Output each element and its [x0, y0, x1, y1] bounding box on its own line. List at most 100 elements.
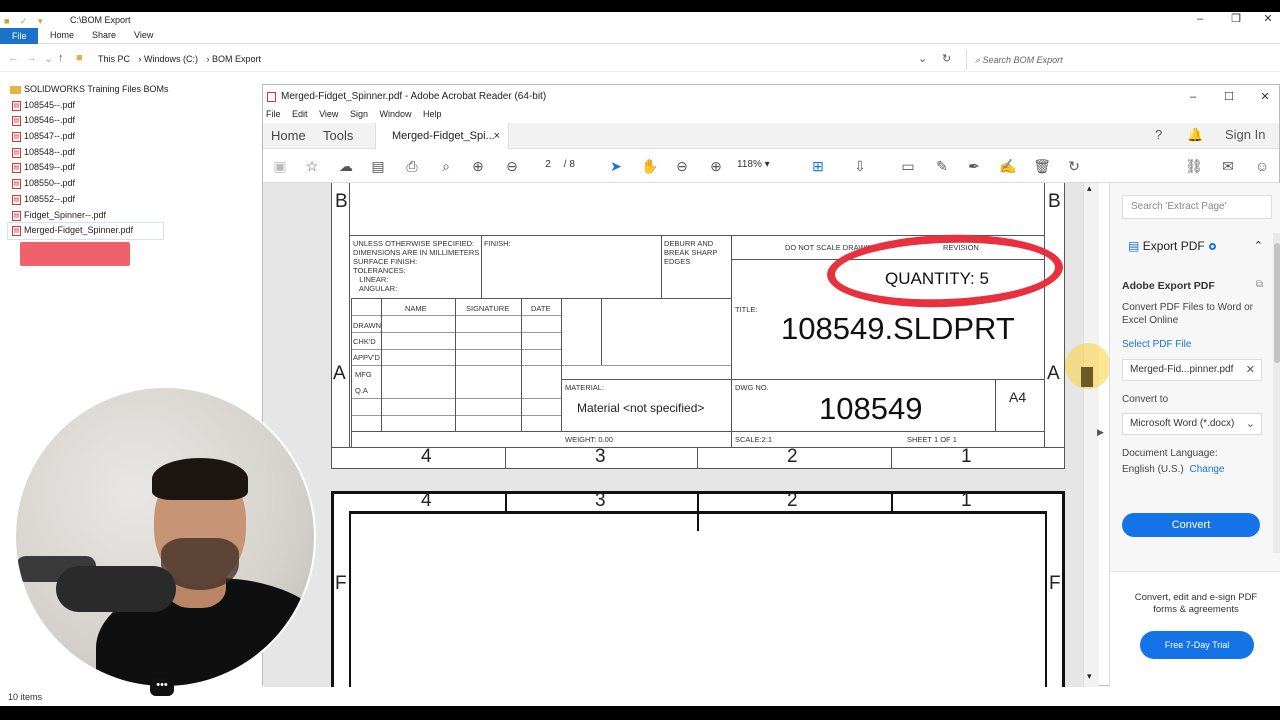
change-language-link[interactable]: Change [1189, 464, 1224, 475]
bookmark-star-icon[interactable]: ☆ [303, 157, 321, 175]
list-item[interactable]: ▤ 108548--.pdf [8, 145, 258, 161]
minimize-icon[interactable]: – [1182, 12, 1218, 26]
col-label: 2 [787, 490, 798, 511]
panel-collapse-icon[interactable]: ▶ [1097, 427, 1104, 438]
tab-document[interactable]: Merged-Fidget_Spi... × [375, 123, 509, 149]
list-item[interactable]: ▤ 108550--.pdf [8, 176, 258, 192]
back-arrow-icon[interactable]: ← [8, 52, 19, 64]
page-navigator[interactable]: 2 / 8 [535, 159, 575, 170]
refresh-icon[interactable]: ↻ [942, 52, 951, 65]
forward-arrow-icon[interactable]: → [26, 52, 37, 64]
email-icon[interactable]: ✉ [1219, 157, 1237, 175]
delete-icon[interactable]: 🗑 [1033, 157, 1051, 175]
panel-scroll-thumb[interactable] [1274, 243, 1280, 363]
zoom-out-icon[interactable]: ⊖ [673, 157, 691, 175]
breadcrumb-windows-c[interactable]: Windows (C:) [144, 54, 198, 64]
quick-access-icons[interactable]: ■ ✓ ▾ [4, 14, 47, 28]
close-icon[interactable]: ✕ [1250, 12, 1280, 26]
fit-page-icon[interactable]: ⊞ [809, 157, 827, 175]
grid-line [601, 299, 602, 365]
folder-icon [10, 86, 21, 94]
rotate-icon[interactable]: ↻ [1065, 157, 1083, 175]
explorer-search-input[interactable]: ⌕ Search BOM Export [966, 50, 1280, 70]
ribbon-tab-home[interactable]: Home [50, 30, 74, 40]
list-item[interactable]: ▤ 108546--.pdf [8, 113, 258, 129]
page-current-input[interactable]: 2 [535, 159, 561, 170]
notification-bell-icon[interactable]: 🔔 [1187, 127, 1203, 143]
minimize-icon[interactable]: – [1175, 85, 1211, 109]
grid-line [351, 365, 731, 366]
address-dropdown-icon[interactable]: ⌄ [918, 52, 927, 65]
scale-label: SCALE:2:1 [735, 435, 773, 444]
pdf-file-icon: ▤ [12, 147, 21, 158]
upload-cloud-icon[interactable]: ☁ [337, 157, 355, 175]
free-trial-button[interactable]: Free 7-Day Trial [1140, 631, 1254, 659]
page-down-icon[interactable]: ⊖ [503, 157, 521, 175]
chevron-up-icon[interactable]: ⌃ [1254, 239, 1263, 252]
sign-in-link[interactable]: Sign In [1225, 127, 1265, 142]
highlight-pen-icon[interactable]: ✎ [933, 157, 951, 175]
list-item[interactable]: ▤ Fidget_Spinner--.pdf [8, 208, 258, 224]
list-item-label: 108549--.pdf [24, 162, 76, 173]
comment-icon[interactable]: ▭ [899, 157, 917, 175]
ribbon-tab-file[interactable]: File [0, 28, 38, 44]
convert-to-select[interactable]: Microsoft Word (*.docx) ⌄ [1122, 413, 1262, 435]
tools-search-input[interactable]: Search 'Extract Page' [1122, 195, 1272, 219]
zoom-select[interactable]: 118% ▾ [737, 159, 770, 170]
up-arrow-icon[interactable]: ↑ [58, 52, 64, 64]
menu-sign[interactable]: Sign [350, 109, 368, 119]
col-label: 2 [787, 446, 798, 467]
list-item[interactable]: ▤ 108549--.pdf [8, 160, 258, 176]
menu-file[interactable]: File [266, 109, 281, 119]
selected-file-field[interactable]: Merged-Fid...pinner.pdf ✕ [1122, 359, 1262, 381]
list-item[interactable]: SOLIDWORKS Training Files BOMs [8, 82, 258, 98]
copy-icon[interactable]: ⧉ [1256, 279, 1263, 290]
close-icon[interactable]: ✕ [1247, 85, 1280, 109]
breadcrumb[interactable]: This PC › Windows (C:) › BOM Export [98, 54, 267, 64]
account-icon[interactable]: ☺ [1253, 157, 1271, 175]
menu-window[interactable]: Window [379, 109, 411, 119]
scroll-mode-icon[interactable]: ⇩ [851, 157, 869, 175]
export-pdf-header[interactable]: ▤ Export PDF [1128, 239, 1216, 253]
save-icon[interactable]: ▣ [271, 157, 289, 175]
mouse-cursor-icon [1081, 367, 1093, 387]
menu-help[interactable]: Help [423, 109, 442, 119]
scroll-down-icon[interactable]: ▾ [1087, 671, 1092, 682]
panel-scrollbar[interactable] [1273, 233, 1280, 553]
hand-tool-icon[interactable]: ✋ [641, 157, 659, 175]
breadcrumb-bom-export[interactable]: BOM Export [212, 54, 261, 64]
maximize-icon[interactable]: ☐ [1211, 85, 1247, 109]
ribbon-tab-view[interactable]: View [134, 30, 153, 40]
page-up-icon[interactable]: ⊕ [469, 157, 487, 175]
clear-icon[interactable]: ✕ [1246, 360, 1255, 380]
edit-sign-icon[interactable]: ✍ [999, 157, 1017, 175]
print-icon[interactable]: ⎙ [403, 157, 421, 175]
list-item[interactable]: ▤ 108547--.pdf [8, 129, 258, 145]
header-date: DATE [531, 304, 551, 313]
ribbon-tab-share[interactable]: Share [92, 30, 116, 40]
tab-tools[interactable]: Tools [323, 128, 353, 143]
document-search-icon[interactable]: ▤ [369, 157, 387, 175]
list-item-selected[interactable]: ▤ Merged-Fidget_Spinner.pdf [7, 222, 164, 240]
recent-chevron-icon[interactable]: ⌄ [44, 52, 53, 65]
zoom-search-icon[interactable]: ⌕ [437, 157, 455, 175]
tab-home[interactable]: Home [271, 128, 306, 143]
select-cursor-icon[interactable]: ➤ [607, 157, 625, 175]
zoom-in-icon[interactable]: ⊕ [707, 157, 725, 175]
list-item[interactable]: ▤ 108545--.pdf [8, 98, 258, 114]
breadcrumb-this-pc[interactable]: This PC [98, 54, 130, 64]
menu-view[interactable]: View [319, 109, 338, 119]
select-pdf-link[interactable]: Select PDF File [1122, 339, 1191, 350]
convert-button[interactable]: Convert [1122, 513, 1260, 537]
close-tab-icon[interactable]: × [494, 123, 500, 149]
scroll-up-icon[interactable]: ▴ [1087, 183, 1092, 194]
maximize-icon[interactable]: ❐ [1218, 12, 1254, 26]
draw-icon[interactable]: ✒ [965, 157, 983, 175]
webcam-overlay [14, 386, 316, 688]
more-options-icon[interactable]: ••• [150, 678, 174, 696]
list-item[interactable]: ▤ 108552--.pdf [8, 192, 258, 208]
share-link-icon[interactable]: ⛓ [1185, 157, 1203, 175]
help-icon[interactable]: ? [1155, 127, 1162, 142]
menu-edit[interactable]: Edit [292, 109, 308, 119]
document-pane[interactable]: B B A A 4 3 2 1 UNLESS OTHERWISE SPECIFI… [263, 183, 1083, 687]
